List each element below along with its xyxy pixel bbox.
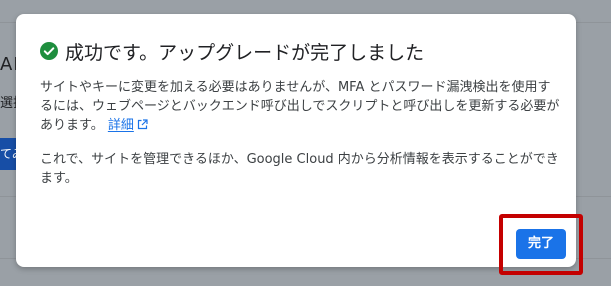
external-link-icon[interactable] [137, 117, 148, 130]
background-button: てみ [0, 138, 16, 170]
highlight-annotation [499, 214, 583, 275]
check-circle-icon [40, 42, 58, 60]
details-link[interactable]: 詳細 [108, 118, 134, 133]
dialog-title: 成功です。アップグレードが完了しました [65, 41, 425, 64]
upgrade-complete-dialog: 成功です。アップグレードが完了しました サイトやキーに変更を加える必要はありませ… [16, 14, 576, 267]
dialog-header: 成功です。アップグレードが完了しました [40, 38, 424, 64]
dialog-description: サイトやキーに変更を加える必要はありませんが、MFA とパスワード漏洩検出を使用… [40, 78, 560, 135]
dialog-analytics-note: これで、サイトを管理できるほか、Google Cloud 内から分析情報を表示す… [40, 152, 559, 186]
details-link-label: 詳細 [107, 118, 134, 133]
